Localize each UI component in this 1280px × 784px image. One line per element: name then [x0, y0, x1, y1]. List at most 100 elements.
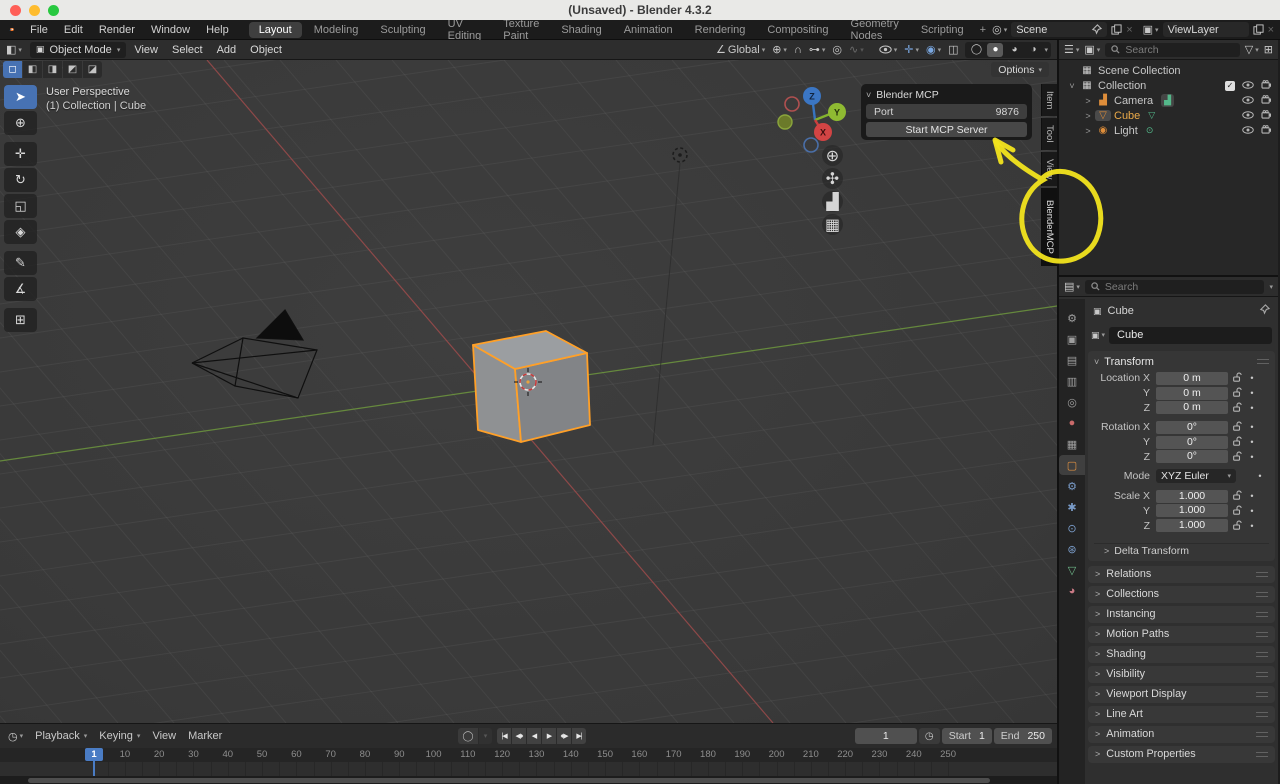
snap-target-dropdown[interactable]: ⊶▾	[809, 43, 826, 56]
scene-icon[interactable]: ◎▾	[992, 23, 1007, 36]
properties-tab-tool[interactable]: ⚙	[1059, 308, 1085, 328]
section-shading[interactable]: ˃Shading	[1088, 646, 1275, 663]
blender-logo-icon[interactable]	[9, 22, 14, 37]
timeline-scrollbar[interactable]	[0, 776, 1057, 784]
disable-in-renders-camera-icon[interactable]	[1261, 110, 1272, 122]
panel-drag-handle[interactable]	[1256, 652, 1268, 657]
workspace-tab-modeling[interactable]: Modeling	[304, 22, 369, 38]
animate-dot[interactable]: •	[1246, 403, 1258, 413]
editor-type-3d-viewport-icon[interactable]: ◧▾	[6, 43, 22, 56]
keying-dropdown-icon[interactable]: ▾	[479, 728, 492, 744]
value-field[interactable]: 1.000	[1156, 504, 1228, 517]
section-instancing[interactable]: ˃Instancing	[1088, 606, 1275, 623]
new-collection-icon[interactable]: ⊞	[1264, 43, 1273, 56]
end-frame-field[interactable]: End 250	[994, 728, 1052, 744]
toggle-xray-icon[interactable]: ◫	[948, 43, 958, 56]
camera-view-icon[interactable]: ▟	[822, 191, 843, 212]
pivot-point-dropdown[interactable]: ⊕▾	[772, 43, 787, 56]
new-scene-icon[interactable]	[1111, 24, 1122, 35]
lock-icon[interactable]	[1228, 517, 1246, 535]
outliner-row-light[interactable]: ˃◉Light⊙	[1059, 123, 1278, 138]
tool-select-box[interactable]: ➤	[4, 85, 37, 109]
properties-tab-output[interactable]: ▤	[1059, 350, 1085, 370]
scene-selector[interactable]: Scene	[1011, 22, 1107, 37]
animate-dot[interactable]: •	[1246, 506, 1258, 516]
select-mode-extend[interactable]: ◧	[23, 61, 42, 78]
workspace-tab-animation[interactable]: Animation	[614, 22, 683, 38]
outliner-row-collection[interactable]: ˅▦Collection✓	[1059, 78, 1278, 93]
menu-help[interactable]: Help	[198, 24, 237, 36]
menu-edit[interactable]: Edit	[56, 24, 91, 36]
viewport-menu-add[interactable]: Add	[217, 44, 237, 56]
start-frame-field[interactable]: Start 1	[942, 728, 992, 744]
animate-dot[interactable]: •	[1246, 521, 1258, 531]
properties-tab-scene[interactable]: ◎	[1059, 392, 1085, 412]
value-field[interactable]: 0 m	[1156, 372, 1228, 385]
editor-type-timeline-icon[interactable]: ◷▾	[8, 730, 23, 743]
properties-tab-render[interactable]: ▣	[1059, 329, 1085, 349]
timeline-menu-keying[interactable]: Keying▾	[99, 730, 140, 742]
timeline-ruler[interactable]: 1020304050607080901001101201301401501601…	[0, 748, 1057, 762]
light-object[interactable]	[653, 148, 687, 445]
editor-type-outliner-icon[interactable]: ☰▾	[1064, 43, 1079, 56]
exclude-checkbox[interactable]: ✓	[1225, 81, 1235, 91]
workspace-tab-sculpting[interactable]: Sculpting	[370, 22, 435, 38]
section-collections[interactable]: ˃Collections	[1088, 586, 1275, 603]
shading-material-icon[interactable]: ◕	[1006, 43, 1022, 57]
outliner-row-scene-collection[interactable]: ▦Scene Collection	[1059, 63, 1278, 78]
snap-magnet-icon[interactable]: ∩	[794, 44, 802, 56]
cube-object[interactable]	[473, 331, 590, 442]
proportional-falloff-dropdown[interactable]: ∿▾	[849, 43, 864, 56]
play-reverse-button[interactable]: ◀	[527, 728, 541, 744]
animate-dot[interactable]: •	[1246, 437, 1258, 447]
timeline-menu-playback[interactable]: Playback▾	[35, 730, 87, 742]
tool-annotate[interactable]: ✎	[4, 251, 37, 275]
properties-tab-world[interactable]: ●	[1059, 413, 1085, 433]
panel-drag-handle[interactable]	[1256, 572, 1268, 577]
outliner-display-mode-icon[interactable]: ▣▾	[1084, 43, 1100, 56]
tool-add-cube[interactable]: ⊞	[4, 308, 37, 332]
tool-measure[interactable]: ∡	[4, 277, 37, 301]
expand-icon[interactable]: ˃	[1081, 111, 1095, 121]
rotation-mode-dropdown[interactable]: XYZ Euler▾	[1156, 469, 1236, 483]
navigation-gizmo[interactable]: Z Y X	[775, 85, 855, 167]
select-mode-subtract[interactable]: ◨	[43, 61, 62, 78]
tool-move[interactable]: ✛	[4, 142, 37, 166]
shading-rendered-icon[interactable]: ◑	[1025, 43, 1041, 57]
workspace-tab-shading[interactable]: Shading	[551, 22, 611, 38]
sidebar-tab-blendermcp[interactable]: BlenderMCP	[1041, 188, 1057, 266]
gizmo-negative-x[interactable]	[785, 97, 799, 111]
pin-icon[interactable]	[1091, 24, 1102, 35]
animate-dot[interactable]: •	[1246, 491, 1258, 501]
3d-viewport[interactable]: ◻◧◨◩◪ ➤⊕✛↻◱◈✎∡⊞ User Perspective (1) Col…	[0, 60, 1057, 723]
transform-orientation-dropdown[interactable]: ∠ Global▾	[716, 43, 765, 56]
shading-dropdown-icon[interactable]: ▾	[1044, 46, 1048, 54]
zoom-icon[interactable]: ⊕	[822, 145, 843, 166]
object-name-field[interactable]: Cube	[1109, 327, 1272, 344]
value-field[interactable]: 0°	[1156, 450, 1228, 463]
animate-dot[interactable]: •	[1246, 422, 1258, 432]
animate-dot[interactable]: •	[1246, 452, 1258, 462]
transform-panel-header[interactable]: ˅ Transform	[1094, 353, 1269, 370]
panel-drag-handle[interactable]	[1256, 692, 1268, 697]
workspace-tab-scripting[interactable]: Scripting	[911, 22, 974, 38]
workspace-tab-rendering[interactable]: Rendering	[685, 22, 756, 38]
section-motion-paths[interactable]: ˃Motion Paths	[1088, 626, 1275, 643]
proportional-editing-icon[interactable]: ◎	[832, 43, 842, 56]
disable-in-renders-camera-icon[interactable]	[1261, 125, 1272, 137]
disable-in-renders-camera-icon[interactable]	[1261, 95, 1272, 107]
value-field[interactable]: 0°	[1156, 421, 1228, 434]
tool-cursor[interactable]: ⊕	[4, 111, 37, 135]
jump-to-start-button[interactable]: |◀	[497, 728, 511, 744]
blender-mcp-panel-header[interactable]: ˅ Blender MCP	[866, 87, 1027, 102]
filter-icon[interactable]: ▽▾	[1245, 43, 1259, 56]
port-field[interactable]: Port 9876	[866, 104, 1027, 119]
viewport-menu-view[interactable]: View	[134, 44, 158, 56]
animate-dot[interactable]: •	[1254, 471, 1266, 481]
hide-in-viewport-eye-icon[interactable]	[1242, 125, 1254, 137]
hide-in-viewport-eye-icon[interactable]	[1242, 95, 1254, 107]
delta-transform-subpanel[interactable]: ˃ Delta Transform	[1094, 543, 1269, 559]
menu-render[interactable]: Render	[91, 24, 143, 36]
editor-type-properties-icon[interactable]: ▤▾	[1064, 280, 1080, 293]
sidebar-tab-item[interactable]: Item	[1041, 84, 1057, 116]
